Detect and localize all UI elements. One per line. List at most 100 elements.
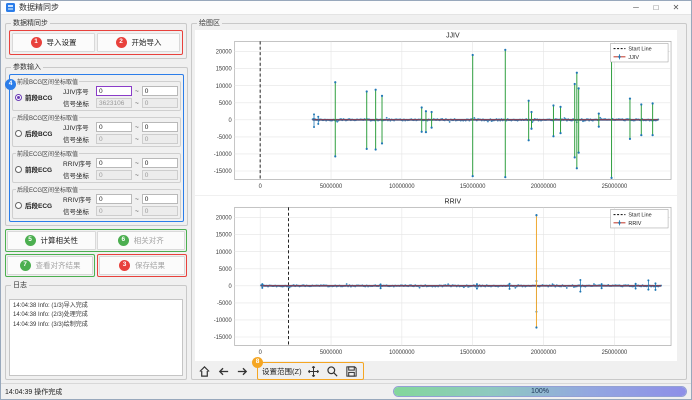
- title-bar: 数据精同步 ─ □ ✕: [1, 1, 691, 15]
- radio-button-icon[interactable]: [15, 94, 22, 101]
- action-button-7[interactable]: 7查看对齐结果: [7, 256, 93, 275]
- pan-icon[interactable]: [307, 364, 321, 378]
- log-area[interactable]: 14:04:38 Info: (1/3)导入完成14:04:38 Info: (…: [9, 299, 183, 376]
- action-button-label: 查看对齐结果: [36, 260, 81, 271]
- plot-group-title: 绘图区: [197, 18, 222, 28]
- svg-text:-15000: -15000: [214, 335, 233, 341]
- range-to-input[interactable]: [142, 86, 178, 96]
- app-window: 数据精同步 ─ □ ✕ 数据精同步 1导入设置2开始导入 参数输入 前段BCG区…: [0, 0, 692, 400]
- range-from-input: [96, 170, 132, 180]
- svg-text:15000000: 15000000: [460, 350, 486, 356]
- svg-text:RRIV: RRIV: [628, 221, 641, 227]
- annotation-badge-3: 3: [119, 260, 130, 271]
- back-arrow-icon[interactable]: [216, 364, 230, 378]
- param-row: 信号坐标~: [63, 98, 178, 108]
- range-from-input[interactable]: [96, 86, 132, 96]
- log-group: 日志 14:04:38 Info: (1/3)导入完成14:04:38 Info…: [5, 280, 187, 380]
- plot-toolbar: 8 设置范围(Z): [195, 361, 683, 380]
- svg-text:10000000: 10000000: [389, 350, 415, 356]
- svg-text:0: 0: [259, 184, 263, 190]
- annotation-badge-4: 4: [5, 79, 16, 90]
- sync-button-label: 导入设置: [47, 37, 77, 48]
- radio-1[interactable]: 后段BCG: [15, 128, 61, 138]
- svg-text:-10000: -10000: [214, 152, 233, 158]
- set-range-button[interactable]: 设置范围(Z): [262, 366, 302, 377]
- param-row: 信号坐标~: [63, 134, 178, 144]
- log-entry: 14:04:39 Info: (3/3)绘制完成: [13, 321, 179, 330]
- param-section-title: 前段BCG区间坐标取值: [16, 77, 79, 86]
- forward-arrow-icon[interactable]: [235, 364, 249, 378]
- param-section-2: 前段ECG区间坐标取值前段ECGRRIV序号~信号坐标~: [12, 149, 181, 183]
- home-icon[interactable]: [197, 364, 211, 378]
- minimize-icon[interactable]: ─: [626, 1, 646, 14]
- chart-jjiv[interactable]: 0500000010000000150000002000000025000000…: [195, 30, 677, 195]
- param-section-title: 后段ECG区间坐标取值: [16, 185, 79, 194]
- param-row: RRIV序号~: [63, 194, 178, 204]
- radio-2[interactable]: 前段ECG: [15, 164, 61, 174]
- window-title: 数据精同步: [19, 2, 59, 13]
- field-label: RRIV序号: [63, 194, 93, 204]
- range-from-input[interactable]: [96, 122, 132, 132]
- progress-bar: 100%: [393, 386, 687, 397]
- radio-0[interactable]: 前段BCG: [15, 92, 61, 102]
- range-separator: ~: [135, 208, 139, 215]
- sync-button-1[interactable]: 1导入设置: [12, 33, 95, 52]
- zoom-icon[interactable]: [326, 364, 340, 378]
- svg-text:25000000: 25000000: [602, 184, 628, 190]
- param-row: 信号坐标~: [63, 170, 178, 180]
- action-buttons: 5计算相关性6相关对齐7查看对齐结果 3保存结果: [5, 229, 187, 277]
- radio-button-icon[interactable]: [15, 202, 22, 209]
- range-from-input[interactable]: [96, 158, 132, 168]
- app-icon: [6, 3, 15, 12]
- radio-label: 前段ECG: [25, 164, 52, 174]
- sync-button-label: 开始导入: [132, 37, 162, 48]
- svg-text:20000: 20000: [216, 50, 233, 56]
- radio-3[interactable]: 后段ECG: [15, 200, 61, 210]
- action-button-label: 计算相关性: [41, 235, 79, 246]
- svg-text:0: 0: [259, 350, 263, 356]
- svg-text:5000000: 5000000: [320, 184, 343, 190]
- svg-text:0: 0: [228, 118, 232, 124]
- range-separator: ~: [135, 100, 139, 107]
- action-button-5[interactable]: 5计算相关性: [7, 231, 96, 250]
- params-group: 参数输入 前段BCG区间坐标取值前段BCGJJIV序号~信号坐标~后段BCG区间…: [5, 62, 188, 226]
- maximize-icon[interactable]: □: [646, 1, 666, 14]
- range-to-input[interactable]: [142, 122, 178, 132]
- plot-group: 绘图区 0 5000000 10000000 15000000 20000 0 0 0 2500…: [191, 18, 687, 380]
- svg-text:5000: 5000: [219, 267, 233, 273]
- import-annotation-box: 1导入设置2开始导入: [9, 30, 183, 55]
- svg-text:10000: 10000: [216, 250, 233, 256]
- sync-group-title: 数据精同步: [11, 18, 50, 28]
- range-to-input[interactable]: [142, 194, 178, 204]
- svg-text:-15000: -15000: [214, 169, 233, 175]
- action-button-3[interactable]: 3保存结果: [99, 256, 185, 275]
- close-icon[interactable]: ✕: [666, 1, 686, 14]
- svg-text:RRIV: RRIV: [445, 198, 462, 206]
- main-area: 数据精同步 1导入设置2开始导入 参数输入 前段BCG区间坐标取值前段BCGJJ…: [1, 15, 691, 383]
- param-section-title: 前段ECG区间坐标取值: [16, 149, 79, 158]
- param-section-title: 后段BCG区间坐标取值: [16, 113, 79, 122]
- svg-text:-5000: -5000: [217, 135, 232, 141]
- param-row: 信号坐标 ~: [63, 206, 178, 216]
- field-label: JJIV序号: [63, 122, 93, 132]
- svg-text:0: 0: [228, 284, 232, 290]
- range-from-input: [96, 206, 132, 216]
- svg-text:JJIV: JJIV: [628, 55, 639, 61]
- range-from-input[interactable]: [96, 194, 132, 204]
- action-button-6[interactable]: 6相关对齐: [97, 231, 186, 250]
- svg-text:10000000: 10000000: [389, 184, 415, 190]
- radio-button-icon[interactable]: [15, 130, 22, 137]
- chart-rriv[interactable]: 0500000010000000150000002000000025000000…: [195, 196, 677, 361]
- radio-label: 前段BCG: [25, 92, 52, 102]
- range-to-input[interactable]: [142, 158, 178, 168]
- svg-text:-10000: -10000: [214, 318, 233, 324]
- radio-button-icon[interactable]: [15, 166, 22, 173]
- save-icon[interactable]: [345, 364, 359, 378]
- range-annotation-box: 8 设置范围(Z): [257, 362, 364, 380]
- svg-text:-5000: -5000: [217, 301, 232, 307]
- field-label: 信号坐标: [63, 206, 93, 216]
- action-button-label: 相关对齐: [134, 235, 164, 246]
- range-separator: ~: [135, 88, 139, 95]
- field-label: RRIV序号: [63, 158, 93, 168]
- sync-button-2[interactable]: 2开始导入: [97, 33, 180, 52]
